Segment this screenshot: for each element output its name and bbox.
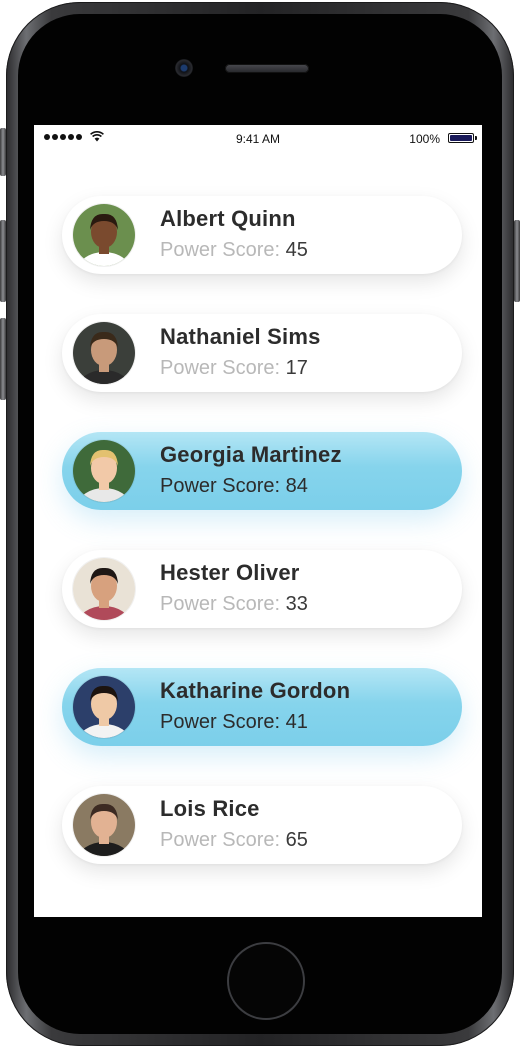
battery-icon: [448, 133, 477, 143]
person-name: Georgia Martinez: [160, 442, 342, 467]
power-score: Power Score: 45: [160, 239, 308, 262]
person-card[interactable]: Hester Oliver Power Score: 33: [62, 550, 462, 628]
mute-switch: [0, 128, 6, 176]
front-camera: [175, 59, 193, 77]
person-name: Nathaniel Sims: [160, 324, 321, 349]
person-name: Albert Quinn: [160, 206, 296, 231]
power-button: [514, 220, 520, 302]
person-name: Lois Rice: [160, 796, 260, 821]
power-score: Power Score: 41: [160, 711, 308, 734]
home-button[interactable]: [227, 942, 305, 1020]
status-bar: 9:41 AM 100%: [34, 125, 482, 153]
avatar: [73, 204, 135, 266]
avatar: [73, 794, 135, 856]
volume-down-button: [0, 318, 6, 400]
power-score: Power Score: 17: [160, 357, 308, 380]
volume-up-button: [0, 220, 6, 302]
power-score-label: Power Score:: [160, 829, 281, 851]
power-score-label: Power Score:: [160, 711, 281, 733]
person-card[interactable]: Lois Rice Power Score: 65: [62, 786, 462, 864]
power-score-value: 65: [285, 829, 308, 851]
avatar: [73, 322, 135, 384]
earpiece-speaker: [225, 64, 309, 73]
person-card[interactable]: Katharine Gordon Power Score: 41: [62, 668, 462, 746]
power-score-value: 17: [285, 357, 308, 379]
power-score-label: Power Score:: [160, 475, 281, 497]
person-name: Hester Oliver: [160, 560, 300, 585]
screen: 9:41 AM 100% Albert Quinn Power Score: 45…: [34, 125, 482, 917]
person-card[interactable]: Georgia Martinez Power Score: 84: [62, 432, 462, 510]
person-name: Katharine Gordon: [160, 678, 351, 703]
power-score: Power Score: 84: [160, 475, 308, 498]
power-score-label: Power Score:: [160, 357, 281, 379]
power-score-label: Power Score:: [160, 239, 281, 261]
person-card[interactable]: Nathaniel Sims Power Score: 17: [62, 314, 462, 392]
power-score-value: 45: [285, 239, 308, 261]
power-score-value: 41: [285, 711, 308, 733]
power-score-value: 84: [285, 475, 308, 497]
avatar: [73, 440, 135, 502]
person-card[interactable]: Albert Quinn Power Score: 45: [62, 196, 462, 274]
power-score: Power Score: 33: [160, 593, 308, 616]
power-score: Power Score: 65: [160, 829, 308, 852]
avatar: [73, 558, 135, 620]
battery-percentage: 100%: [409, 132, 440, 146]
power-score-value: 33: [285, 593, 308, 615]
avatar: [73, 676, 135, 738]
power-score-label: Power Score:: [160, 593, 281, 615]
